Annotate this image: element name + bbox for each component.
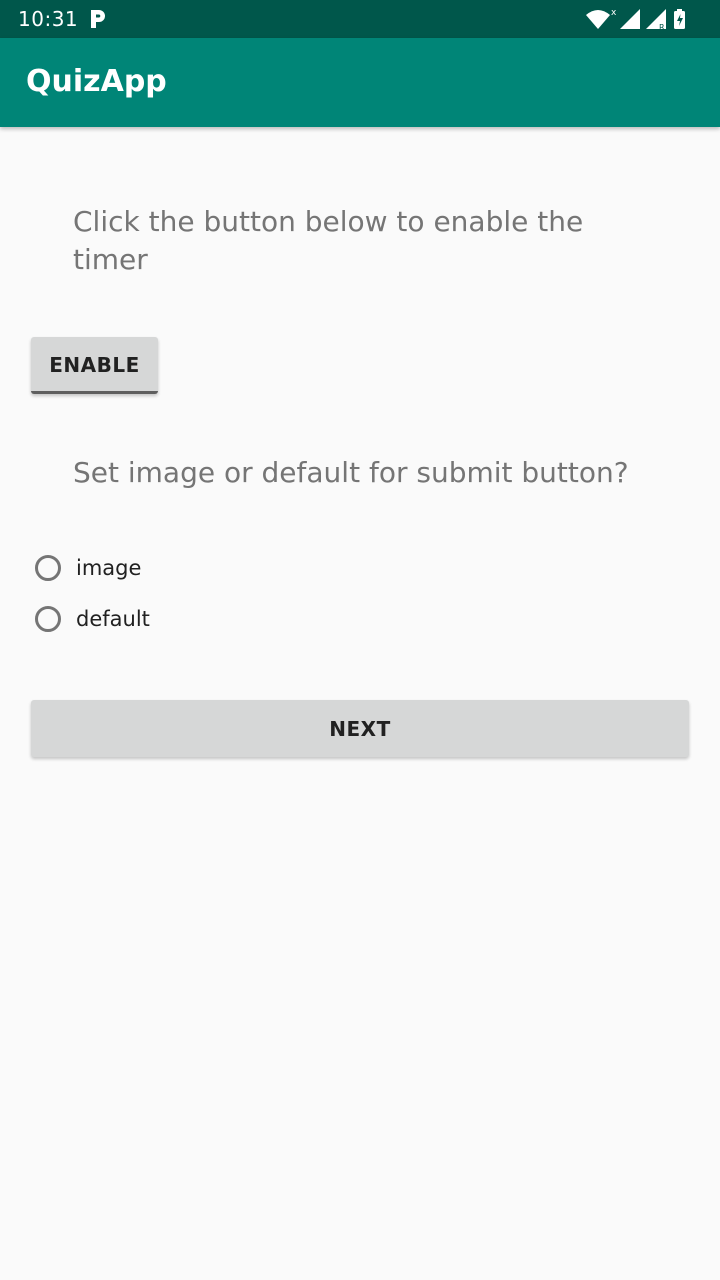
timer-prompt: Click the button below to enable the tim… — [73, 205, 584, 276]
status-time: 10:31 — [18, 7, 79, 31]
radio-option-image[interactable]: image — [33, 550, 141, 586]
app-bar: QuizApp — [0, 38, 720, 127]
app-title: QuizApp — [26, 64, 167, 99]
p-icon — [88, 8, 108, 30]
radio-option-default[interactable]: default — [33, 601, 150, 637]
signal-icon — [620, 9, 640, 29]
status-bar: 10:31 x R — [0, 0, 720, 38]
status-icons: x R — [586, 6, 706, 32]
radio-label-image: image — [76, 556, 142, 580]
svg-text:x: x — [611, 8, 617, 18]
submit-prompt: Set image or default for submit button? — [73, 456, 629, 489]
wifi-icon: x — [586, 8, 617, 29]
signal-roaming-icon: R — [646, 9, 666, 32]
svg-text:R: R — [659, 23, 665, 32]
radio-circle-icon[interactable] — [35, 555, 61, 581]
radio-label-default: default — [76, 607, 150, 631]
next-button[interactable]: NEXT — [31, 700, 689, 757]
enable-button[interactable]: ENABLE — [31, 337, 158, 394]
radio-circle-icon[interactable] — [35, 606, 61, 632]
battery-charging-icon — [674, 9, 685, 29]
